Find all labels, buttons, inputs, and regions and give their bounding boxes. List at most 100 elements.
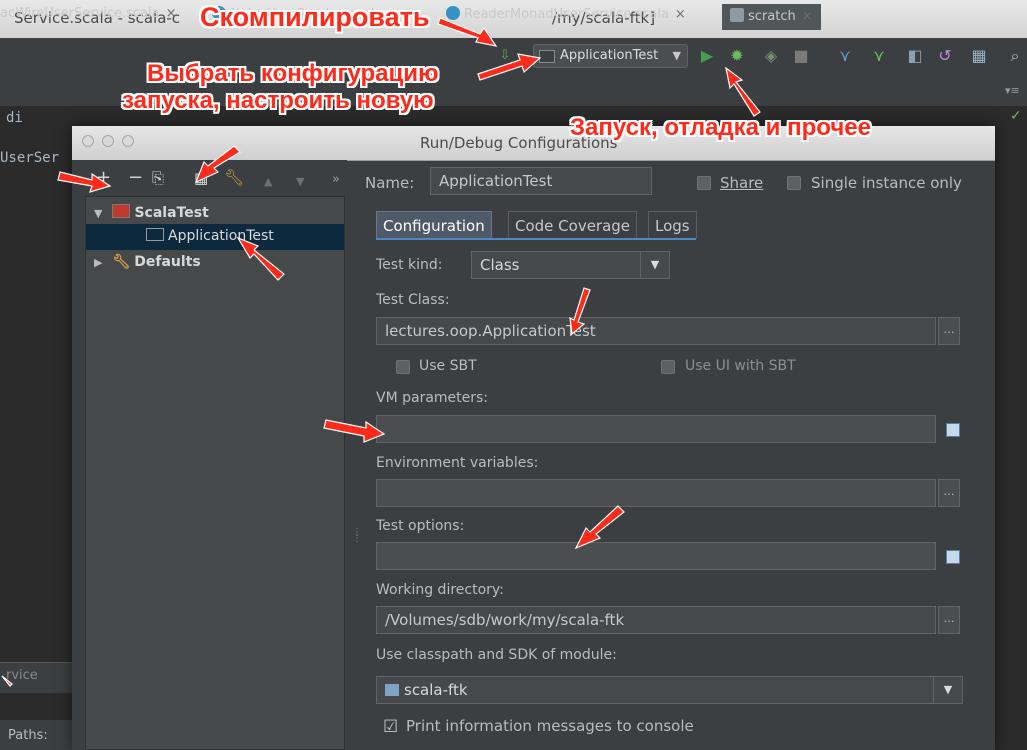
tree-node-application-test[interactable]: ApplicationTest [146, 228, 274, 244]
environment-variables-label: Environment variables: [376, 455, 539, 471]
annotation-run-debug: Запуск, отладка и прочее [570, 114, 871, 141]
annotation-compile: Скомпилировать [200, 2, 430, 32]
make-project-icon[interactable]: ⇩ [494, 45, 516, 67]
close-icon[interactable]: × [802, 9, 813, 24]
expand-field-button[interactable] [941, 415, 963, 443]
revert-icon[interactable]: ↺ [934, 45, 956, 67]
minimize-window-button[interactable] [102, 135, 114, 147]
print-info-label: Print information messages to console [406, 717, 694, 735]
share-checkbox[interactable] [697, 176, 711, 190]
chevron-down-icon: ▼ [672, 49, 681, 62]
editor-tab-reader-monad[interactable]: ReaderMonadUserService.scala × [446, 6, 686, 30]
editor-tab-scratch[interactable]: scratch × [722, 4, 821, 30]
editor-tab-label: scratch [748, 9, 796, 24]
move-down-icon[interactable]: ▼ [296, 172, 304, 192]
name-label: Name: [365, 174, 415, 192]
print-info-checkbox[interactable]: ☑ [383, 719, 399, 736]
search-icon[interactable]: ⌕ [1004, 45, 1026, 67]
expand-icon [946, 423, 960, 437]
single-instance-checkbox[interactable] [787, 176, 801, 190]
tab-code-coverage[interactable]: Code Coverage [508, 211, 638, 239]
add-configuration-icon[interactable]: + [96, 168, 111, 188]
code-line: UserSer [0, 150, 60, 166]
configuration-icon [539, 50, 555, 63]
expand-field-button[interactable] [941, 542, 963, 570]
bottom-tool-label: rvice [6, 668, 38, 683]
close-window-button[interactable] [82, 135, 94, 147]
test-class-label: Test Class: [376, 292, 450, 308]
tree-node-scalatest[interactable]: ▼ ScalaTest [94, 204, 209, 221]
working-directory-label: Working directory: [376, 582, 504, 598]
use-sbt-checkbox[interactable] [396, 360, 410, 374]
editor-tab-macwire[interactable]: acWireUserService.scala × [0, 6, 177, 30]
editor-tab-label: ReaderMonadUserService.scala [464, 7, 669, 22]
test-kind-label: Test kind: [376, 257, 443, 273]
stop-icon[interactable]: ■ [790, 45, 812, 67]
close-icon[interactable]: × [166, 6, 177, 21]
module-value: scala-ftk [404, 681, 468, 699]
annotation-choose-config-line2: запуска, настроить новую [122, 87, 434, 114]
coverage-icon[interactable]: ◈ [760, 45, 782, 67]
status-text: Paths: [8, 728, 48, 743]
use-sbt-label: Use SBT [419, 358, 477, 374]
run-configuration-label: ApplicationTest [560, 48, 659, 63]
use-ui-sbt-checkbox[interactable] [661, 360, 675, 374]
test-class-input[interactable]: lectures.oop.ApplicationTest [376, 317, 936, 345]
configurations-toolbar [72, 160, 347, 196]
tree-node-label: ApplicationTest [168, 228, 274, 244]
test-options-input[interactable] [376, 542, 936, 570]
editor-tab-label: acWireUserService.scala [0, 6, 160, 21]
chevron-down-icon[interactable]: ▼ [94, 207, 102, 220]
tab-list-icon[interactable]: ▾≡ [1005, 84, 1020, 97]
tab-underline [376, 238, 696, 240]
vcs-compare-icon[interactable]: ◧ [904, 45, 926, 67]
single-instance-label: Single instance only [811, 174, 962, 192]
tab-logs[interactable]: Logs [648, 211, 697, 239]
working-directory-input[interactable]: /Volumes/sdb/work/my/scala-ftk [376, 606, 936, 634]
more-actions-icon[interactable]: » [332, 170, 340, 190]
copy-configuration-icon[interactable]: ⎘ [152, 168, 164, 188]
tab-configuration[interactable]: Configuration [376, 211, 492, 239]
save-configuration-icon[interactable]: ▦ [194, 168, 208, 188]
scala-file-icon [446, 6, 460, 20]
vm-parameters-input[interactable] [376, 415, 936, 443]
test-kind-select[interactable]: Class ▼ [471, 251, 670, 279]
remove-configuration-icon[interactable]: − [128, 168, 143, 188]
move-up-icon[interactable]: ▲ [264, 172, 272, 192]
browse-button[interactable]: … [938, 479, 960, 507]
run-icon[interactable]: ▶ [696, 45, 718, 67]
test-kind-value: Class [480, 256, 520, 274]
zoom-window-button[interactable] [122, 135, 134, 147]
share-label: Share [720, 174, 764, 192]
debug-icon[interactable]: ✹ [726, 45, 748, 67]
tree-node-label: Defaults [134, 254, 201, 270]
expand-icon [946, 550, 960, 564]
edit-defaults-icon[interactable]: 🔧︎ [224, 168, 244, 188]
use-ui-sbt-label: Use UI with SBT [685, 358, 796, 374]
run-configuration-select[interactable]: ApplicationTest ▼ [533, 44, 688, 68]
close-icon[interactable]: × [675, 7, 686, 22]
tree-node-defaults[interactable]: ▶ 🔧︎ Defaults [94, 254, 201, 270]
chevron-down-icon: ▼ [640, 252, 669, 278]
browse-button[interactable]: … [938, 317, 960, 345]
project-structure-icon[interactable]: ▦ [968, 45, 990, 67]
code-line: di [6, 110, 23, 126]
chevron-down-icon: ▼ [933, 677, 962, 703]
browse-button[interactable]: … [938, 606, 960, 634]
wrench-icon: 🔧︎ [112, 254, 131, 270]
module-icon [385, 684, 399, 696]
chevron-right-icon[interactable]: ▶ [94, 256, 102, 269]
vcs-update-icon[interactable]: ⋎ [834, 45, 856, 67]
vcs-commit-icon[interactable]: ⋎ [868, 45, 890, 67]
check-icon: ✓ [1010, 108, 1022, 124]
module-select[interactable]: scala-ftk ▼ [376, 676, 963, 704]
test-options-label: Test options: [376, 518, 465, 534]
annotation-choose-config-line1: Выбрать конфигурацию [147, 60, 439, 87]
configuration-icon [146, 228, 164, 241]
tree-node-label: ScalaTest [134, 205, 209, 221]
name-input[interactable]: ApplicationTest [430, 167, 652, 195]
splitter-handle[interactable]: ⋮ ⋮ [352, 528, 362, 544]
environment-variables-input[interactable] [376, 479, 936, 507]
module-label: Use classpath and SDK of module: [376, 647, 617, 663]
vm-parameters-label: VM parameters: [376, 390, 489, 406]
